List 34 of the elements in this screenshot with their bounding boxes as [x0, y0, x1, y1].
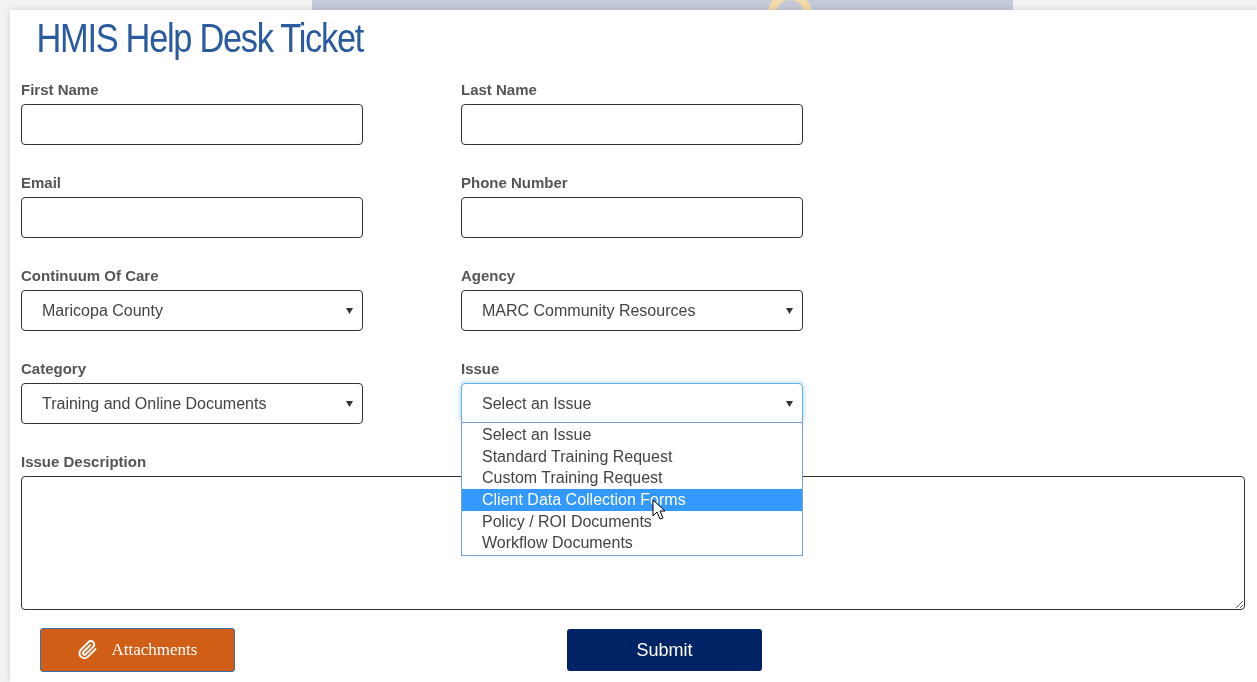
select-value: Maricopa County: [42, 300, 163, 321]
caret-icon: [346, 307, 353, 314]
text-field[interactable]: [461, 104, 803, 145]
dropdown-option[interactable]: Policy / ROI Documents: [462, 510, 802, 533]
select-field[interactable]: Select an Issue: [461, 383, 803, 424]
field-label: Continuum Of Care: [21, 266, 159, 286]
select-value: MARC Community Resources: [482, 300, 696, 321]
select-value: Select an Issue: [482, 393, 592, 414]
text-field[interactable]: [21, 197, 363, 238]
select-field[interactable]: MARC Community Resources: [461, 290, 803, 331]
page-title: HMIS Help Desk Ticket: [35, 15, 365, 62]
field-label: Phone Number: [461, 173, 568, 193]
paperclip-icon: [77, 640, 98, 660]
field-label: Last Name: [461, 80, 537, 100]
dropdown-option[interactable]: Standard Training Request: [462, 445, 802, 468]
caret-icon: [786, 400, 793, 407]
field-label: Agency: [461, 266, 516, 286]
field-label: Issue Description: [21, 452, 147, 472]
select-field[interactable]: Training and Online Documents: [21, 383, 363, 424]
select-value: Training and Online Documents: [42, 393, 267, 414]
text-field[interactable]: [461, 197, 803, 238]
attachments-button[interactable]: Attachments: [40, 628, 235, 672]
field-label: First Name: [21, 80, 99, 100]
caret-icon: [346, 400, 353, 407]
submit-button[interactable]: Submit: [567, 629, 762, 671]
field-label: Email: [21, 173, 62, 193]
caret-icon: [786, 307, 793, 314]
select-field[interactable]: Maricopa County: [21, 290, 363, 331]
dropdown-option[interactable]: Custom Training Request: [462, 467, 802, 490]
field-label: Category: [21, 359, 87, 379]
dropdown-option[interactable]: Select an Issue: [462, 424, 802, 446]
dropdown-option[interactable]: Workflow Documents: [462, 532, 802, 555]
field-label: Issue: [461, 359, 500, 379]
text-field[interactable]: [21, 104, 363, 145]
